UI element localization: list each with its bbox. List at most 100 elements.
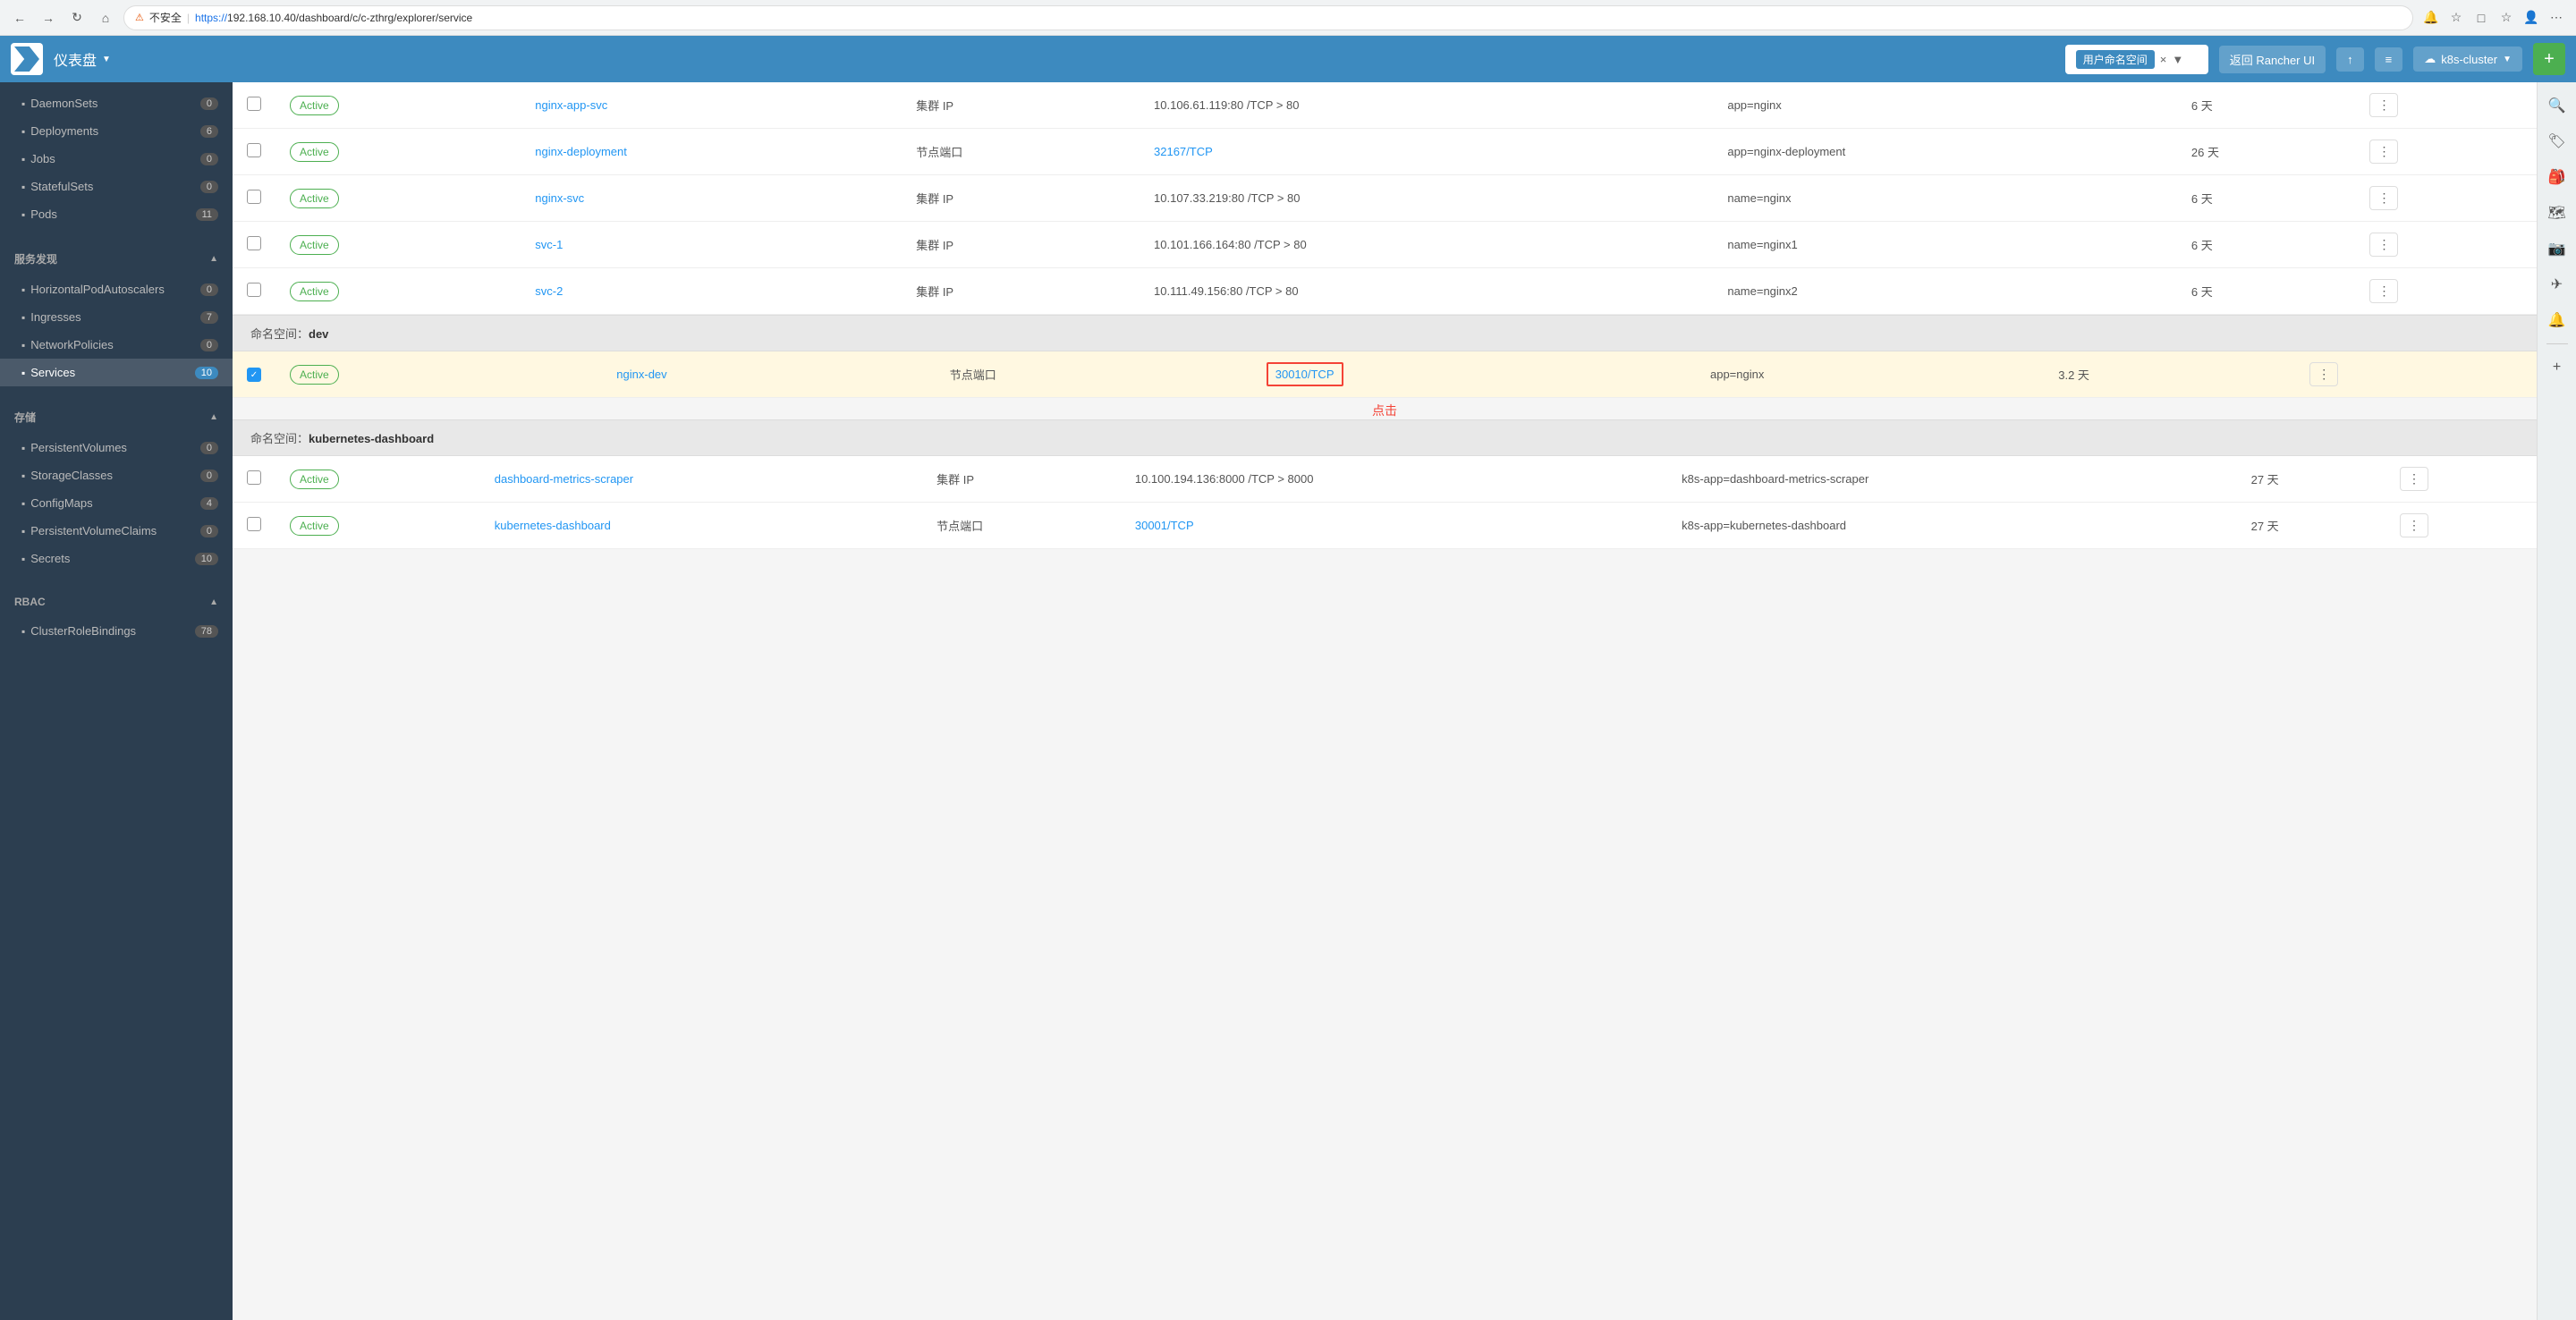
service-name-link[interactable]: kubernetes-dashboard [495, 519, 611, 532]
right-tools-icon[interactable]: 🎒 [2541, 161, 2573, 193]
security-text: 不安全 [149, 10, 182, 25]
sidebar-item-networkpolicies[interactable]: ▪ NetworkPolicies 0 [0, 331, 233, 359]
forward-button[interactable]: → [38, 7, 59, 29]
endpoint-highlighted: 30010/TCP [1267, 362, 1343, 386]
status-badge: Active [290, 365, 339, 385]
row-checkbox-k8s-dashboard[interactable] [247, 517, 261, 531]
row-action-button[interactable]: ⋮ [2369, 93, 2398, 117]
row-action-button[interactable]: ⋮ [2369, 140, 2398, 164]
sidebar-item-storageclasses[interactable]: ▪ StorageClasses 0 [0, 461, 233, 489]
rbac-header[interactable]: RBAC ▲ [0, 587, 233, 617]
row-checkbox-nginx-app-svc[interactable] [247, 97, 261, 111]
sidebar-item-ingresses[interactable]: ▪ Ingresses 7 [0, 303, 233, 331]
sidebar-item-jobs[interactable]: ▪ Jobs 0 [0, 145, 233, 173]
sidebar-item-pv[interactable]: ▪ PersistentVolumes 0 [0, 434, 233, 461]
row-action-button[interactable]: ⋮ [2369, 279, 2398, 303]
service-selector: app=nginx [1727, 98, 1781, 112]
refresh-button[interactable]: ↻ [66, 7, 88, 29]
status-badge: Active [290, 516, 339, 536]
service-name-link[interactable]: nginx-dev [616, 368, 666, 381]
right-bell-icon[interactable]: 🔔 [2541, 304, 2573, 336]
right-add-icon[interactable]: + [2541, 351, 2573, 384]
deployments-icon: ▪ [21, 125, 25, 138]
row-checkbox-dashboard-metrics[interactable] [247, 470, 261, 485]
hpa-label: HorizontalPodAutoscalers [30, 283, 165, 296]
hpa-count: 0 [200, 283, 218, 296]
row-checkbox-svc2[interactable] [247, 283, 261, 297]
address-separator: | [187, 12, 190, 24]
row-action-button[interactable]: ⋮ [2369, 186, 2398, 210]
sidebar-item-pods[interactable]: ▪ Pods 11 [0, 200, 233, 228]
row-checkbox-nginx-dev[interactable]: ✓ [247, 368, 261, 382]
namespace-dropdown-icon[interactable]: ▼ [2172, 53, 2183, 66]
row-action-button[interactable]: ⋮ [2309, 362, 2338, 386]
endpoint-link[interactable]: 30010/TCP [1275, 368, 1335, 381]
add-resource-button[interactable]: + [2533, 43, 2565, 75]
right-map-icon[interactable]: 🗺 [2541, 197, 2573, 229]
dashboard-title[interactable]: 仪表盘 ▼ [54, 48, 111, 70]
endpoint-link[interactable]: 32167/TCP [1154, 145, 1213, 158]
security-warning: ⚠ [135, 12, 144, 23]
namespace-header-k8s-dashboard: 命名空间：kubernetes-dashboard [233, 419, 2537, 456]
right-search-icon[interactable]: 🔍 [2541, 89, 2573, 122]
sidebar-item-pvc[interactable]: ▪ PersistentVolumeClaims 0 [0, 517, 233, 545]
upload-button[interactable]: ↑ [2336, 47, 2364, 72]
sidebar-item-configmaps[interactable]: ▪ ConfigMaps 4 [0, 489, 233, 517]
browser-action-4[interactable]: ☆ [2496, 7, 2517, 29]
storage-header[interactable]: 存储 ▲ [0, 401, 233, 434]
service-name-link[interactable]: nginx-app-svc [535, 98, 607, 112]
table-row: Active kubernetes-dashboard 节点端口 30001/T… [233, 503, 2537, 549]
row-checkbox-nginx-svc[interactable] [247, 190, 261, 204]
sidebar-item-services[interactable]: ▪ Services 10 [0, 359, 233, 386]
browser-more[interactable]: ⋯ [2546, 7, 2567, 29]
statefulsets-icon: ▪ [21, 181, 25, 193]
sidebar: ▪ DaemonSets 0 ▪ Deployments 6 ▪ Jobs [0, 82, 233, 1320]
sidebar-item-secrets[interactable]: ▪ Secrets 10 [0, 545, 233, 572]
service-name-link[interactable]: svc-2 [535, 284, 563, 298]
right-camera-icon[interactable]: 📷 [2541, 233, 2573, 265]
browser-action-1[interactable]: 🔔 [2420, 7, 2442, 29]
service-endpoint: 10.111.49.156:80 /TCP > 80 [1154, 284, 1299, 298]
endpoint-link[interactable]: 30001/TCP [1135, 519, 1194, 532]
row-checkbox-nginx-deployment[interactable] [247, 143, 261, 157]
table-row: ✓ Active nginx-dev 节点端口 30010/TCP app=ng… [233, 351, 2537, 398]
app-layout: 仪表盘 ▼ 用户命名空间 × ▼ 返回 Rancher UI ↑ ≡ ☁ k8s… [0, 36, 2576, 1320]
back-button[interactable]: ← [9, 7, 30, 29]
browser-bar: ← → ↻ ⌂ ⚠ 不安全 | https://192.168.10.40/da… [0, 0, 2576, 36]
sidebar-item-hpa[interactable]: ▪ HorizontalPodAutoscalers 0 [0, 275, 233, 303]
service-name-link[interactable]: nginx-deployment [535, 145, 627, 158]
namespace-remove[interactable]: × [2160, 53, 2167, 66]
sidebar-item-statefulsets[interactable]: ▪ StatefulSets 0 [0, 173, 233, 200]
jobs-icon: ▪ [21, 153, 25, 165]
browser-action-3[interactable]: □ [2470, 7, 2492, 29]
return-rancher-button[interactable]: 返回 Rancher UI [2219, 46, 2326, 73]
edit-button[interactable]: ≡ [2375, 47, 2403, 72]
browser-action-5[interactable]: 👤 [2521, 7, 2542, 29]
pvc-icon: ▪ [21, 525, 25, 537]
address-bar[interactable]: ⚠ 不安全 | https://192.168.10.40/dashboard/… [123, 5, 2413, 30]
right-tag-icon[interactable]: 🏷 [2541, 125, 2573, 157]
rbac-chevron: ▲ [209, 597, 218, 607]
right-send-icon[interactable]: ✈ [2541, 268, 2573, 300]
service-selector: name=nginx1 [1727, 238, 1797, 251]
service-age: 6 天 [2191, 239, 2213, 252]
cluster-selector[interactable]: ☁ k8s-cluster ▼ [2413, 47, 2522, 72]
row-action-button[interactable]: ⋮ [2369, 233, 2398, 257]
row-checkbox-svc1[interactable] [247, 236, 261, 250]
service-name-link[interactable]: svc-1 [535, 238, 563, 251]
service-name-link[interactable]: nginx-svc [535, 191, 584, 205]
row-action-button[interactable]: ⋮ [2400, 513, 2428, 537]
service-discovery-header[interactable]: 服务发现 ▲ [0, 242, 233, 275]
service-selector: k8s-app=dashboard-metrics-scraper [1682, 472, 1868, 486]
ingresses-icon: ▪ [21, 311, 25, 324]
sidebar-item-deployments[interactable]: ▪ Deployments 6 [0, 117, 233, 145]
service-endpoint: 10.100.194.136:8000 /TCP > 8000 [1135, 472, 1314, 486]
sidebar-item-daemonsets[interactable]: ▪ DaemonSets 0 [0, 89, 233, 117]
namespace-selector[interactable]: 用户命名空间 × ▼ [2065, 45, 2208, 74]
row-action-button[interactable]: ⋮ [2400, 467, 2428, 491]
service-name-link[interactable]: dashboard-metrics-scraper [495, 472, 633, 486]
home-button[interactable]: ⌂ [95, 7, 116, 29]
sidebar-item-clusterrolebindings[interactable]: ▪ ClusterRoleBindings 78 [0, 617, 233, 645]
browser-action-2[interactable]: ☆ [2445, 7, 2467, 29]
return-rancher-text: 返回 Rancher UI [2230, 51, 2315, 68]
